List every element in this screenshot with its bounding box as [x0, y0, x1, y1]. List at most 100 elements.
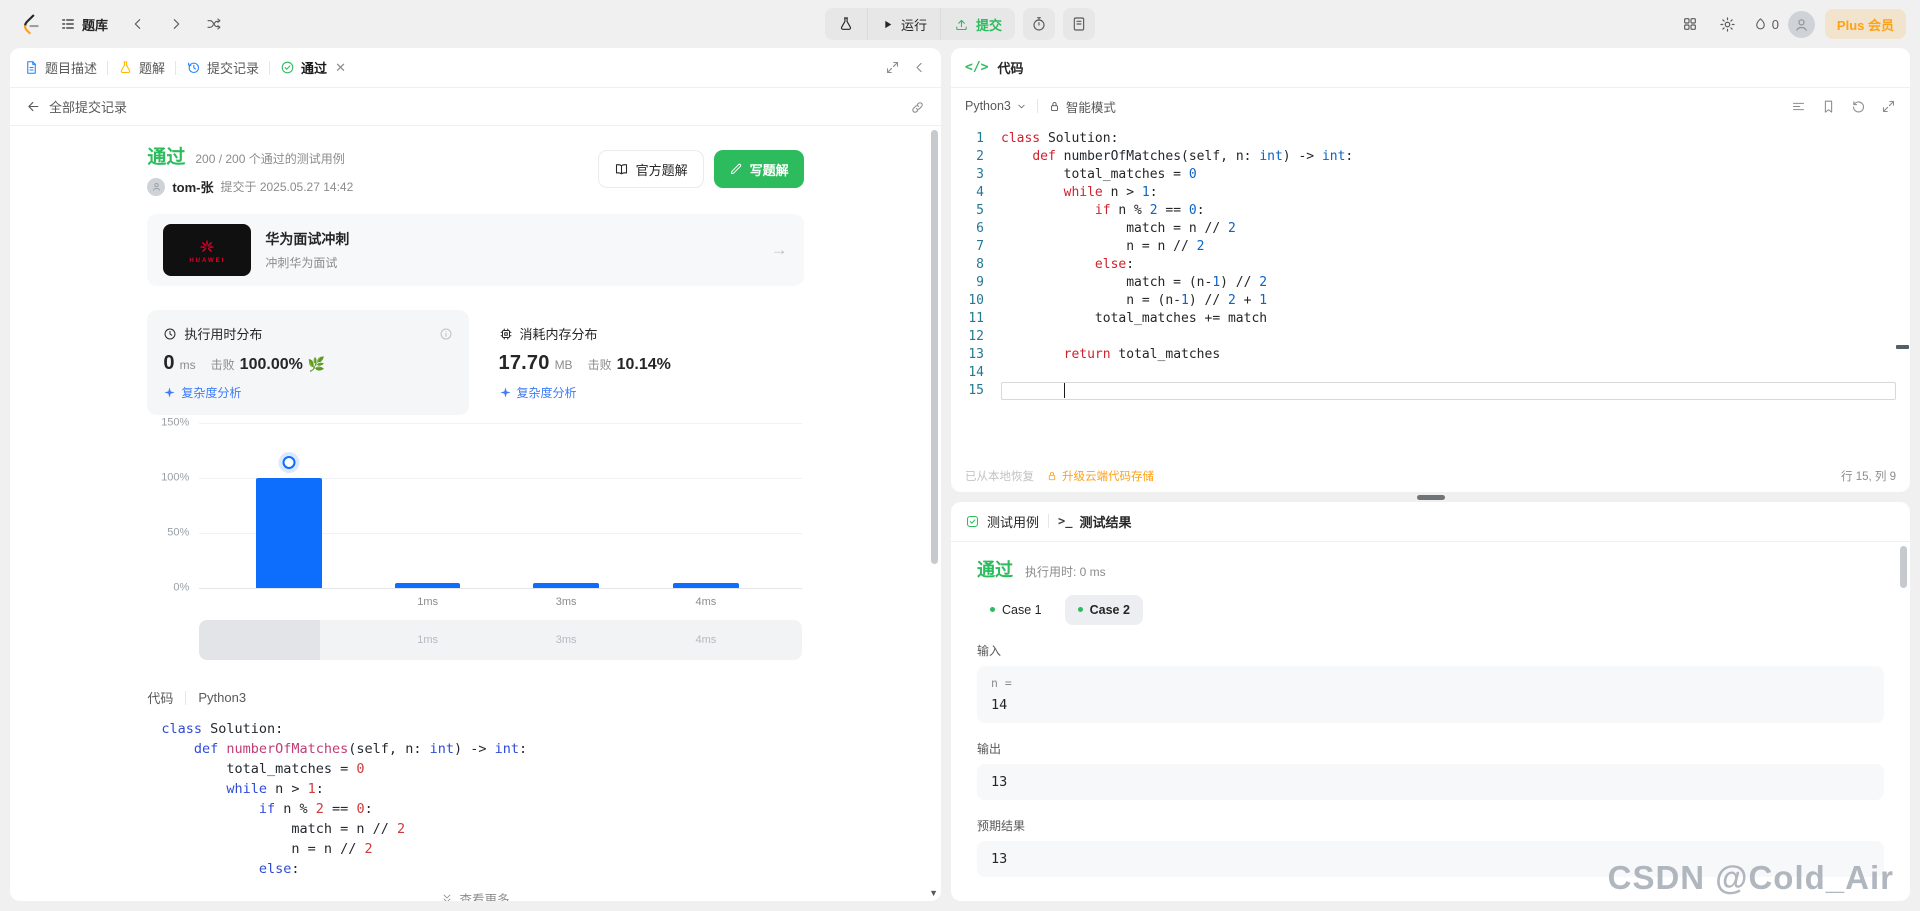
language-select[interactable]: Python3: [965, 99, 1027, 113]
input-label: 输入: [977, 643, 1002, 658]
grid-icon: [1684, 18, 1696, 30]
bookmark-icon[interactable]: [1821, 99, 1836, 114]
restored-from-local-label: 已从本地恢复: [965, 470, 1034, 483]
output-label: 输出: [977, 741, 1002, 756]
expected-value-box[interactable]: 13: [977, 840, 1884, 877]
test-result-body: 通过 执行用时: 0 ms Case 1 Case 2 输入 n = 14 输出…: [951, 542, 1910, 901]
daily-streak-button[interactable]: 0: [1750, 8, 1782, 40]
streak-count: 0: [1771, 16, 1780, 32]
shuffle-icon: [207, 18, 221, 30]
play-icon: [885, 20, 892, 28]
huawei-flower-icon: [199, 239, 215, 252]
info-icon[interactable]: [439, 326, 453, 342]
submission-status: 通过: [147, 147, 186, 168]
banner-title: 华为面试冲刺: [265, 231, 350, 247]
memory-beats-label: 击败: [587, 358, 612, 372]
runtime-stat-card[interactable]: 执行用时分布 0 ms 击败 100.00% 🌿 复杂度分析: [147, 310, 469, 415]
chart-bar[interactable]: [673, 583, 739, 588]
nav-forward-button[interactable]: [160, 8, 192, 40]
settings-button[interactable]: [1712, 8, 1744, 40]
smart-mode-toggle[interactable]: 智能模式: [1048, 97, 1116, 116]
collapse-panel-icon[interactable]: [912, 60, 927, 75]
runtime-chart-plot[interactable]: 150% 100% 50% 0% 1ms 3ms 4ms: [161, 416, 802, 608]
notes-button[interactable]: [1063, 8, 1096, 40]
write-solution-button[interactable]: 写题解: [713, 150, 804, 188]
plus-membership-button[interactable]: Plus 会员: [1824, 9, 1906, 39]
reset-code-icon[interactable]: [1851, 99, 1866, 114]
submission-nav-row: 全部提交记录: [10, 88, 941, 126]
timer-button[interactable]: [1023, 8, 1056, 40]
run-button[interactable]: 运行: [866, 8, 940, 40]
chart-bar[interactable]: [256, 478, 322, 588]
debug-button[interactable]: [825, 8, 867, 40]
upgrade-cloud-storage-link[interactable]: 升级云端代码存储: [1046, 468, 1154, 484]
submitted-code-block[interactable]: class Solution: def numberOfMatches(self…: [147, 721, 803, 881]
expand-editor-icon[interactable]: [1881, 99, 1896, 114]
user-avatar[interactable]: [1787, 10, 1815, 38]
case-2-chip[interactable]: Case 2: [1064, 594, 1143, 625]
tab-passed-submission[interactable]: 通过 ✕: [280, 58, 346, 77]
check-square-icon: [966, 515, 979, 527]
scrollbar-down-arrow[interactable]: ▼: [929, 888, 938, 898]
view-more-button[interactable]: 查看更多: [147, 889, 803, 901]
topbar-right: 0 Plus 会员: [1674, 8, 1906, 40]
view-more-label: 查看更多: [459, 893, 510, 901]
panel-resize-handle[interactable]: [1416, 494, 1445, 500]
flask-icon: [120, 61, 131, 74]
official-solution-button[interactable]: 官方题解: [597, 150, 704, 188]
fullscreen-icon[interactable]: [885, 60, 900, 75]
editor-code[interactable]: 1 class Solution: 2 def numberOfMatches(se…: [957, 130, 1910, 400]
close-tab-icon[interactable]: ✕: [335, 60, 346, 76]
tab-solutions[interactable]: 题解: [118, 58, 165, 77]
case-pass-dot: [1077, 607, 1083, 613]
lock-icon: [1050, 101, 1058, 111]
topbar: 题库 运行 提交 0 Plus 会员: [0, 0, 1920, 48]
problem-bank-button[interactable]: 题库: [52, 8, 116, 40]
flame-icon: [1756, 17, 1765, 29]
submit-button[interactable]: 提交: [940, 8, 1015, 40]
cursor-position-label[interactable]: 行 15, 列 9: [1841, 468, 1896, 484]
tab-submissions[interactable]: 提交记录: [186, 58, 259, 77]
random-problem-button[interactable]: [198, 8, 230, 40]
tab-test-cases[interactable]: 测试用例: [965, 512, 1039, 531]
chart-bar[interactable]: [533, 583, 599, 588]
main-content: 题目描述 题解 提交记录 通过 ✕ 全部提交记录 通过 200 / 200 个通…: [0, 48, 1920, 911]
output-value-box[interactable]: 13: [977, 763, 1884, 800]
case-label: Case 1: [1002, 602, 1042, 617]
separator: [185, 690, 187, 705]
tab-test-result[interactable]: >_ 测试结果: [1058, 512, 1131, 531]
copy-link-icon[interactable]: [910, 98, 925, 115]
memory-stat-card[interactable]: 消耗内存分布 17.70 MB 击败 10.14% 复杂度分析: [483, 310, 804, 415]
minimap-window[interactable]: [199, 620, 320, 660]
complexity-label: 复杂度分析: [516, 386, 577, 400]
submit-label: 提交: [976, 17, 1003, 33]
chart-bar[interactable]: [394, 583, 461, 588]
runtime-complexity-link[interactable]: 复杂度分析: [163, 384, 452, 401]
nav-back-button[interactable]: [122, 8, 154, 40]
topbar-center: 运行 提交: [824, 8, 1096, 40]
huawei-sprint-banner[interactable]: HUAWEI 华为面试冲刺 冲刺华为面试 →: [147, 214, 804, 286]
test-panel-scrollbar[interactable]: [1900, 545, 1907, 588]
format-code-icon[interactable]: [1791, 99, 1806, 114]
code-editor-panel: </> 代码 Python3 智能模式 1 class Solution: 2 …: [951, 48, 1910, 492]
leetcode-logo[interactable]: [14, 8, 46, 40]
complexity-label: 复杂度分析: [181, 386, 242, 400]
tab-problem-description[interactable]: 题目描述: [24, 58, 97, 77]
apps-grid-button[interactable]: [1674, 8, 1706, 40]
runtime-value: 0: [163, 352, 175, 374]
book-icon: [615, 163, 627, 174]
runtime-chart-minimap[interactable]: 1ms 3ms 4ms: [199, 620, 802, 660]
case-1-chip[interactable]: Case 1: [977, 595, 1055, 625]
tab-label: 题解: [139, 61, 166, 76]
debug-flask-icon: [840, 17, 852, 30]
sparkle-icon: [499, 387, 511, 398]
back-to-all-submissions[interactable]: 全部提交记录: [26, 97, 127, 116]
submission-scroll-area: 通过 200 / 200 个通过的测试用例 tom-张 提交于 2025.05.…: [10, 126, 941, 901]
left-panel-scrollbar[interactable]: [931, 130, 938, 564]
editor-toolbar-icons: [1791, 99, 1896, 114]
editor-body[interactable]: 1 class Solution: 2 def numberOfMatches(se…: [951, 124, 1910, 460]
memory-complexity-link[interactable]: 复杂度分析: [499, 384, 788, 401]
code-icon: </>: [965, 60, 989, 75]
input-value-box[interactable]: n = 14: [977, 665, 1884, 723]
celebration-leaf-icon: 🌿: [307, 356, 326, 372]
